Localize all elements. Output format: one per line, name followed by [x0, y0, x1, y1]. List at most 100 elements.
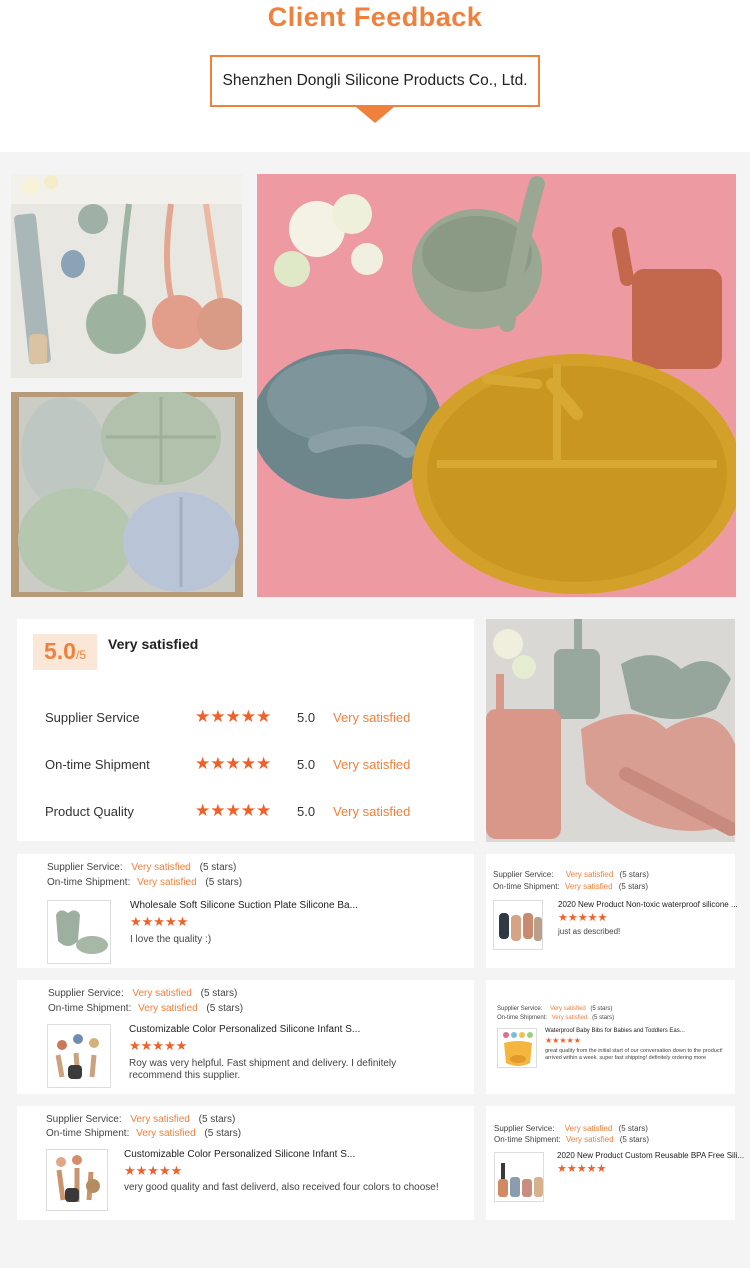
product-thumbnail[interactable]	[497, 1028, 537, 1068]
shipment-label: On-time Shipment:	[494, 1135, 561, 1144]
review-comment: great quality from the initial start of …	[545, 1048, 723, 1061]
metric-score: 5.0	[297, 710, 316, 725]
header-section: Client Feedback Shenzhen Dongli Silicone…	[0, 0, 750, 152]
supplier-service-stars: (5 stars)	[590, 1006, 613, 1012]
supplier-service-label: Supplier Service:	[47, 862, 123, 873]
overall-score: 5.0	[44, 638, 76, 664]
shipment-line: On-time Shipment: Very satisfied (5 star…	[497, 1015, 614, 1021]
supplier-service-label: Supplier Service:	[48, 988, 124, 999]
product-title-link[interactable]: Customizable Color Personalized Silicone…	[124, 1149, 355, 1160]
product-title-link[interactable]: 2020 New Product Custom Reusable BPA Fre…	[557, 1151, 744, 1160]
shipment-value: Very satisfied	[564, 882, 613, 891]
supplier-service-line: Supplier Service: Very satisfied (5 star…	[46, 1114, 235, 1125]
photo-cups-heart-bowls	[486, 619, 735, 842]
shipment-value: Very satisfied	[137, 877, 197, 888]
supplier-service-label: Supplier Service:	[493, 870, 554, 879]
supplier-service-line: Supplier Service: Very satisfied (5 star…	[493, 870, 649, 879]
metric-name: Supplier Service	[45, 710, 140, 725]
shipment-stars: (5 stars)	[619, 1135, 650, 1144]
rating-summary-panel: 5.0 /5 Very satisfied Supplier Service ★…	[17, 619, 474, 841]
score-badge: 5.0 /5	[33, 634, 97, 670]
review-card: Supplier Service: Very satisfied (5 star…	[486, 854, 738, 968]
shipment-stars: (5 stars)	[592, 1015, 615, 1021]
supplier-service-value: Very satisfied	[565, 870, 614, 879]
metric-row-supplier-service: Supplier Service ★★★★★ 5.0 Very satisfie…	[45, 707, 465, 728]
shipment-label: On-time Shipment:	[46, 1128, 130, 1139]
shipment-stars: (5 stars)	[204, 1128, 242, 1139]
product-thumbnail[interactable]	[493, 900, 543, 950]
shipment-value: Very satisfied	[551, 1015, 588, 1021]
company-name-box: Shenzhen Dongli Silicone Products Co., L…	[210, 55, 540, 107]
supplier-service-line: Supplier Service: Very satisfied (5 star…	[497, 1006, 612, 1012]
review-comment: just as described!	[558, 927, 621, 936]
review-card: Supplier Service: Very satisfied (5 star…	[17, 1106, 474, 1220]
shipment-value: Very satisfied	[138, 1003, 198, 1014]
supplier-service-stars: (5 stars)	[619, 870, 649, 879]
shipment-label: On-time Shipment:	[48, 1003, 132, 1014]
page-title: Client Feedback	[267, 2, 483, 32]
down-arrow-icon	[356, 107, 394, 123]
product-thumbnail[interactable]	[494, 1152, 544, 1202]
overall-satisfaction-label: Very satisfied	[108, 636, 199, 652]
supplier-service-value: Very satisfied	[550, 1006, 586, 1012]
star-rating-icon: ★★★★★	[195, 801, 272, 820]
supplier-service-line: Supplier Service: Very satisfied (5 star…	[48, 988, 237, 999]
review-card: Supplier Service: Very satisfied (5 star…	[486, 1106, 744, 1220]
supplier-service-stars: (5 stars)	[618, 1124, 648, 1133]
product-thumbnail[interactable]	[46, 1149, 108, 1211]
shipment-line: On-time Shipment: Very satisfied (5 star…	[48, 1003, 243, 1014]
photo-plates-box	[11, 392, 243, 597]
supplier-service-label: Supplier Service:	[497, 1006, 543, 1012]
review-comment: Roy was very helpful. Fast shipment and …	[129, 1058, 397, 1081]
star-rating-icon: ★★★★★	[195, 707, 272, 726]
supplier-service-label: Supplier Service:	[494, 1124, 555, 1133]
shipment-label: On-time Shipment:	[497, 1015, 548, 1021]
product-title-link[interactable]: Waterproof Baby Bibs for Babies and Todd…	[545, 1028, 685, 1034]
shipment-line: On-time Shipment: Very satisfied (5 star…	[46, 1128, 241, 1139]
metric-name: On-time Shipment	[45, 757, 150, 772]
shipment-label: On-time Shipment:	[47, 877, 131, 888]
supplier-service-stars: (5 stars)	[200, 988, 238, 999]
supplier-service-value: Very satisfied	[564, 1124, 613, 1133]
supplier-service-stars: (5 stars)	[199, 862, 237, 873]
metric-label: Very satisfied	[333, 757, 411, 772]
shipment-value: Very satisfied	[565, 1135, 614, 1144]
metric-score: 5.0	[297, 757, 316, 772]
product-thumbnail[interactable]	[47, 900, 111, 964]
shipment-value: Very satisfied	[136, 1128, 196, 1139]
review-card: Supplier Service: Very satisfied (5 star…	[17, 980, 474, 1094]
shipment-line: On-time Shipment: Very satisfied (5 star…	[494, 1135, 649, 1144]
product-title-link[interactable]: Wholesale Soft Silicone Suction Plate Si…	[130, 900, 358, 911]
shipment-label: On-time Shipment:	[493, 882, 560, 891]
supplier-service-value: Very satisfied	[130, 1114, 190, 1125]
product-thumbnail[interactable]	[47, 1024, 111, 1088]
shipment-line: On-time Shipment: Very satisfied (5 star…	[493, 882, 648, 891]
star-rating-icon: ★★★★★	[545, 1036, 581, 1045]
supplier-service-value: Very satisfied	[132, 988, 192, 999]
product-title-link[interactable]: Customizable Color Personalized Silicone…	[129, 1024, 360, 1035]
photo-tableware-set	[257, 174, 736, 597]
metric-row-product-quality: Product Quality ★★★★★ 5.0 Very satisfied	[45, 801, 465, 822]
review-card: Supplier Service: Very satisfied (5 star…	[486, 980, 735, 1094]
star-rating-icon: ★★★★★	[557, 1163, 607, 1175]
shipment-stars: (5 stars)	[206, 1003, 244, 1014]
supplier-service-label: Supplier Service:	[46, 1114, 122, 1125]
product-title-link[interactable]: 2020 New Product Non-toxic waterproof si…	[558, 900, 738, 909]
metric-label: Very satisfied	[333, 804, 411, 819]
star-rating-icon: ★★★★★	[129, 1038, 188, 1053]
supplier-service-line: Supplier Service: Very satisfied (5 star…	[494, 1124, 648, 1133]
star-rating-icon: ★★★★★	[195, 754, 272, 773]
star-rating-icon: ★★★★★	[558, 912, 608, 924]
metric-row-on-time-shipment: On-time Shipment ★★★★★ 5.0 Very satisfie…	[45, 754, 465, 775]
review-comment: very good quality and fast deliverd, als…	[124, 1182, 439, 1193]
supplier-service-value: Very satisfied	[131, 862, 191, 873]
metric-score: 5.0	[297, 804, 316, 819]
company-name: Shenzhen Dongli Silicone Products Co., L…	[222, 72, 528, 89]
shipment-stars: (5 stars)	[618, 882, 649, 891]
star-rating-icon: ★★★★★	[124, 1163, 183, 1178]
supplier-service-stars: (5 stars)	[198, 1114, 236, 1125]
review-comment: I love the quality :)	[130, 934, 212, 945]
photo-pacifier-clips	[11, 174, 242, 378]
supplier-service-line: Supplier Service: Very satisfied (5 star…	[47, 862, 236, 873]
score-out-of: /5	[75, 648, 86, 662]
